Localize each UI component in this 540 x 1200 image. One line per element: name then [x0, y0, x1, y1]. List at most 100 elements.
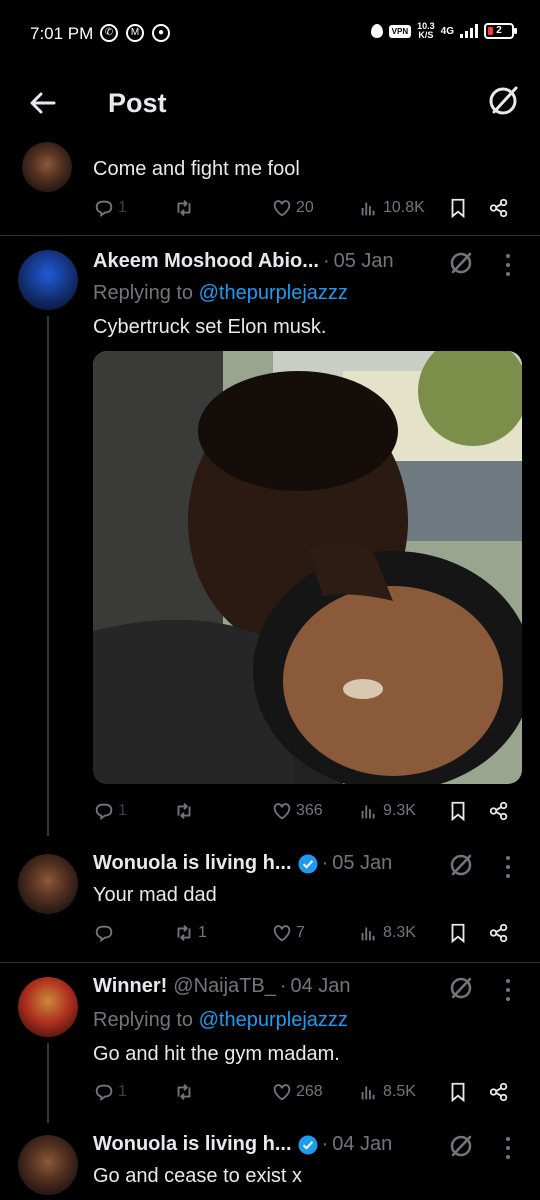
- grok-icon[interactable]: [486, 84, 520, 118]
- like-count: 20: [296, 199, 314, 216]
- back-arrow-icon[interactable]: [26, 86, 60, 120]
- tweet-actions: 1 7 8.3K: [93, 922, 523, 948]
- tweet-reply-1[interactable]: Come and fight me fool 1 20 10.8K: [0, 140, 540, 235]
- display-name[interactable]: Wonuola is living h...: [93, 852, 292, 875]
- views-button[interactable]: 9.3K: [358, 800, 416, 822]
- status-bar: 7:01 PM ✆ M ● VPN 10.3 K/S 4G 2: [0, 0, 540, 70]
- timestamp[interactable]: 05 Jan: [334, 250, 394, 273]
- net-speed: 10.3 K/S: [417, 22, 435, 40]
- reply-count: 1: [118, 1083, 127, 1100]
- battery-icon: 2: [484, 23, 517, 39]
- app-notification-icon: ●: [152, 24, 170, 42]
- display-name[interactable]: Akeem Moshood Abio...: [93, 250, 319, 273]
- replying-handle-link[interactable]: @thepurplejazzz: [199, 1009, 348, 1031]
- timestamp[interactable]: 05 Jan: [332, 852, 392, 875]
- more-options-icon[interactable]: [505, 856, 511, 878]
- share-icon[interactable]: [488, 800, 510, 822]
- retweet-icon: [177, 925, 191, 941]
- user-handle[interactable]: @NaijaTB_: [173, 975, 276, 998]
- retweet-button[interactable]: [173, 197, 195, 219]
- views-button[interactable]: 8.3K: [358, 922, 416, 944]
- like-button[interactable]: 7: [271, 922, 305, 944]
- vpn-badge: VPN: [388, 24, 412, 38]
- share-icon[interactable]: [488, 1081, 510, 1103]
- retweet-button[interactable]: [173, 800, 195, 822]
- view-count: 10.8K: [383, 199, 425, 216]
- tweet-text: Come and fight me fool: [93, 158, 300, 180]
- more-options-icon[interactable]: [505, 254, 511, 276]
- reply-button[interactable]: 1: [93, 1081, 127, 1103]
- like-button[interactable]: 268: [271, 1081, 323, 1103]
- views-button[interactable]: 8.5K: [358, 1081, 416, 1103]
- tweet-text: Go and cease to exist x: [93, 1165, 303, 1187]
- timestamp[interactable]: 04 Jan: [332, 1133, 392, 1156]
- data-saver-icon: [370, 24, 383, 38]
- grok-icon[interactable]: [448, 852, 474, 878]
- grok-icon[interactable]: [448, 1133, 474, 1159]
- page-title: Post: [108, 88, 167, 118]
- retweet-count: 1: [198, 924, 207, 941]
- view-count: 9.3K: [383, 802, 416, 819]
- retweet-button[interactable]: [173, 1081, 195, 1103]
- tweet-text: Your mad dad: [93, 884, 217, 906]
- bookmark-icon[interactable]: [447, 1081, 469, 1103]
- reply-icon: [95, 200, 113, 218]
- status-right: VPN 10.3 K/S 4G 2: [370, 22, 517, 40]
- bookmark-icon[interactable]: [447, 922, 469, 944]
- reply-count: 1: [118, 199, 127, 216]
- retweet-icon: [177, 803, 191, 819]
- views-icon: [361, 927, 375, 941]
- tweet-header: Wonuola is living h... · 04 Jan: [93, 1133, 392, 1156]
- avatar[interactable]: [18, 1135, 78, 1195]
- avatar[interactable]: [18, 977, 78, 1037]
- net-speed-unit: K/S: [418, 30, 434, 40]
- separator-dot: ·: [321, 852, 329, 874]
- bookmark-icon[interactable]: [447, 197, 469, 219]
- views-button[interactable]: 10.8K: [358, 197, 425, 219]
- share-icon[interactable]: [488, 922, 510, 944]
- retweet-button[interactable]: 1: [173, 922, 207, 944]
- avatar[interactable]: [18, 854, 78, 914]
- tweet-actions: 1 366 9.3K: [93, 800, 523, 826]
- avatar[interactable]: [18, 250, 78, 310]
- more-options-icon[interactable]: [505, 1137, 511, 1159]
- network-type: 4G: [440, 25, 454, 37]
- tweet-reply-4[interactable]: Winner! @NaijaTB_ · 04 Jan Replying to @…: [0, 963, 540, 1123]
- share-icon[interactable]: [488, 197, 510, 219]
- reply-button[interactable]: 1: [93, 197, 127, 219]
- tweet-photo[interactable]: [93, 351, 522, 784]
- whatsapp-icon: ✆: [100, 24, 118, 42]
- reply-icon: [95, 1084, 113, 1102]
- heart-icon: [273, 925, 291, 942]
- bookmark-icon[interactable]: [447, 800, 469, 822]
- tweet-reply-5[interactable]: Wonuola is living h... · 04 Jan Go and c…: [0, 1123, 540, 1200]
- reply-button[interactable]: 1: [93, 800, 127, 822]
- view-count: 8.5K: [383, 1083, 416, 1100]
- tweet-text: Go and hit the gym madam.: [93, 1043, 340, 1065]
- replying-label: Replying to: [93, 1009, 194, 1031]
- replying-handle-link[interactable]: @thepurplejazzz: [199, 282, 348, 304]
- like-button[interactable]: 20: [271, 197, 314, 219]
- tweet-header: Wonuola is living h... · 05 Jan: [93, 852, 392, 875]
- like-button[interactable]: 366: [271, 800, 323, 822]
- more-options-icon[interactable]: [505, 979, 511, 1001]
- display-name[interactable]: Wonuola is living h...: [93, 1133, 292, 1156]
- reply-button[interactable]: [93, 922, 115, 944]
- timestamp[interactable]: 04 Jan: [291, 975, 351, 998]
- heart-icon: [273, 1084, 291, 1101]
- views-icon: [361, 805, 375, 819]
- grok-icon[interactable]: [448, 975, 474, 1001]
- grok-icon[interactable]: [448, 250, 474, 276]
- separator-dot: ·: [321, 1133, 329, 1155]
- notification-icons: ✆ M ●: [100, 24, 170, 42]
- verified-badge-icon: [298, 1135, 318, 1154]
- display-name[interactable]: Winner!: [93, 975, 167, 998]
- gmail-icon: M: [126, 24, 144, 42]
- avatar[interactable]: [22, 142, 72, 192]
- tweet-text: Cybertruck set Elon musk.: [93, 316, 327, 338]
- tweet-reply-2[interactable]: Akeem Moshood Abio... · 05 Jan Replying …: [0, 236, 540, 839]
- status-time: 7:01 PM: [30, 24, 94, 43]
- verified-badge-icon: [298, 854, 318, 873]
- tweet-reply-3[interactable]: Wonuola is living h... · 05 Jan Your mad…: [0, 840, 540, 960]
- battery-level: 2: [496, 25, 502, 36]
